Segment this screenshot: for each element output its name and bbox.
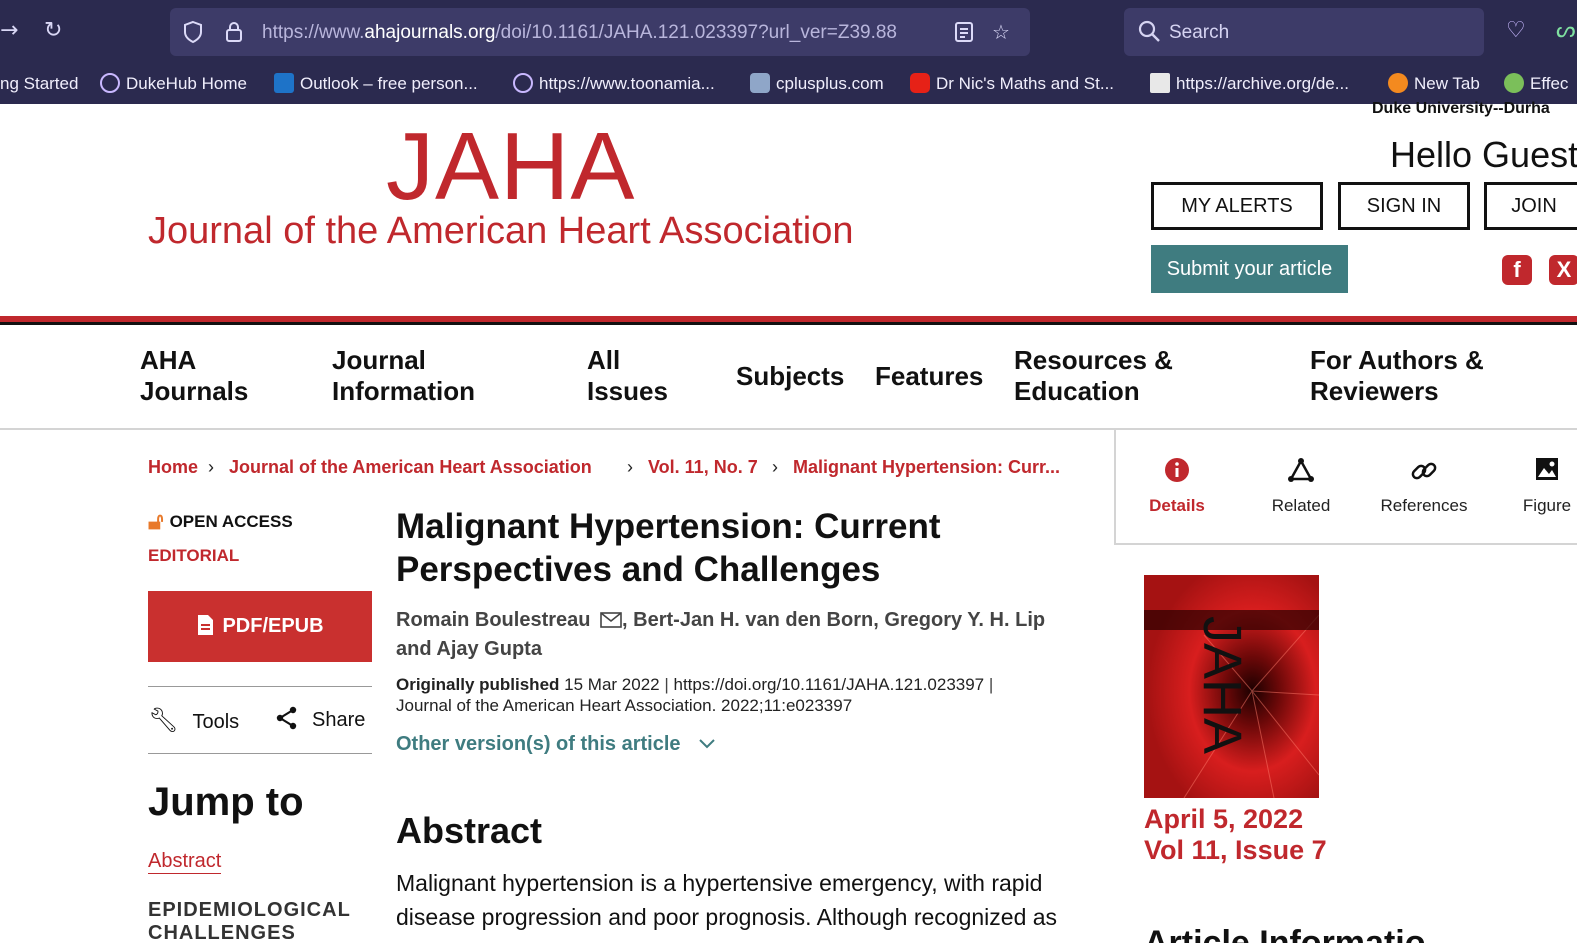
bookmarks-bar: ng Started DukeHub Home Outlook – free p… xyxy=(0,64,1577,104)
url-bar[interactable]: https://www.ahajournals.org/doi/10.1161/… xyxy=(170,8,1030,56)
image-icon xyxy=(1532,456,1562,488)
other-versions-toggle[interactable]: Other version(s) of this article xyxy=(396,731,716,757)
breadcrumb-journal[interactable]: Journal of the American Heart Associatio… xyxy=(229,455,592,479)
divider xyxy=(148,753,372,754)
journal-cover-image[interactable]: JAHA xyxy=(1144,575,1319,798)
nav-aha-journals[interactable]: AHA Journals xyxy=(140,345,248,407)
tab-figures[interactable]: Figure xyxy=(1492,456,1577,516)
cplusplus-icon xyxy=(750,73,770,93)
open-access-label: 🔓︎ OPEN ACCESS xyxy=(148,508,293,535)
tab-references[interactable]: References xyxy=(1369,456,1479,516)
outlook-icon xyxy=(274,73,294,93)
network-icon xyxy=(1286,456,1316,488)
shield-icon[interactable] xyxy=(182,20,204,44)
chevron-right-icon: › xyxy=(772,457,778,477)
bookmark-outlook[interactable]: Outlook – free person... xyxy=(274,72,478,96)
jump-abstract-link[interactable]: Abstract xyxy=(148,849,222,874)
url-text[interactable]: https://www.ahajournals.org/doi/10.1161/… xyxy=(262,21,932,45)
jaha-logo[interactable]: JAHA xyxy=(386,112,635,222)
tab-related[interactable]: Related xyxy=(1246,456,1356,516)
archive-icon xyxy=(1150,73,1170,93)
svg-text:JAHA: JAHA xyxy=(1192,616,1252,754)
sign-in-button[interactable]: SIGN IN xyxy=(1338,182,1470,230)
pocket-icon[interactable]: ♡ xyxy=(1506,18,1526,44)
cover-issue-info[interactable]: April 5, 2022 Vol 11, Issue 7 xyxy=(1144,804,1327,866)
my-alerts-button[interactable]: MY ALERTS xyxy=(1151,182,1323,230)
breadcrumb-volume[interactable]: Vol. 11, No. 7 xyxy=(648,455,758,479)
bookmark-dr-nics[interactable]: Dr Nic's Maths and St... xyxy=(910,72,1114,96)
document-icon xyxy=(198,615,214,635)
star-bookmark-icon[interactable]: ☆ xyxy=(992,20,1010,44)
email-icon[interactable] xyxy=(600,612,622,628)
nav-subjects[interactable]: Subjects xyxy=(736,361,844,392)
bookmark-dukehub[interactable]: DukeHub Home xyxy=(100,72,247,96)
doi-link[interactable]: https://doi.org/10.1161/JAHA.121.023397 xyxy=(674,675,985,694)
article-information-heading: Article Informatio xyxy=(1144,924,1426,943)
globe-icon xyxy=(100,73,120,93)
nav-all-issues[interactable]: All Issues xyxy=(587,345,668,407)
nav-for-authors-reviewers[interactable]: For Authors & Reviewers xyxy=(1310,345,1484,407)
chevron-down-icon xyxy=(699,739,715,749)
chevron-right-icon: › xyxy=(627,457,633,477)
info-icon xyxy=(1162,456,1192,488)
link-icon xyxy=(1409,456,1439,488)
publication-info: Originally published 15 Mar 2022 | https… xyxy=(396,675,994,715)
wrench-icon: 🔧︎ xyxy=(148,706,179,734)
reader-view-icon[interactable] xyxy=(954,20,974,44)
browser-toolbar: → ↻ https://www.ahajournals.org/doi/10.1… xyxy=(0,0,1577,64)
header-divider-black xyxy=(0,322,1577,325)
nav-journal-information[interactable]: Journal Information xyxy=(332,345,475,407)
share-button[interactable]: Share xyxy=(276,706,365,734)
reload-icon[interactable]: ↻ xyxy=(44,16,62,46)
tools-button[interactable]: 🔧︎ Tools xyxy=(148,706,239,736)
youtube-icon xyxy=(910,73,930,93)
forward-icon[interactable]: → xyxy=(0,16,18,46)
extension-icon[interactable]: ᔕ xyxy=(1556,18,1576,44)
share-icon xyxy=(276,706,297,730)
institution-name: Duke University--Durha xyxy=(1372,100,1550,117)
article-title: Malignant Hypertension: Current Perspect… xyxy=(396,507,941,589)
search-placeholder: Search xyxy=(1169,22,1230,43)
breadcrumb-home[interactable]: Home xyxy=(148,455,198,479)
extension-icon xyxy=(1504,73,1524,93)
article-side-panel: Details Related References Figure xyxy=(1114,430,1577,545)
bookmark-archive[interactable]: https://archive.org/de... xyxy=(1150,72,1349,96)
pdf-epub-button[interactable]: PDF/EPUB xyxy=(148,591,372,662)
author-link[interactable]: Romain Boulestreau xyxy=(396,609,590,631)
submit-article-button[interactable]: Submit your article xyxy=(1151,245,1348,293)
search-bar[interactable]: Search xyxy=(1124,8,1484,56)
jump-epidemiological-link[interactable]: EPIDEMIOLOGICAL CHALLENGES xyxy=(148,899,378,943)
bookmark-getting-started[interactable]: ng Started xyxy=(0,72,78,96)
breadcrumb-article: Malignant Hypertension: Curr... xyxy=(793,457,1061,477)
x-twitter-icon[interactable]: X xyxy=(1549,255,1577,285)
open-lock-icon: 🔓︎ xyxy=(148,508,164,535)
bookmark-cplusplus[interactable]: cplusplus.com xyxy=(750,72,884,96)
facebook-icon[interactable]: f xyxy=(1502,255,1532,285)
article-type: EDITORIAL xyxy=(148,546,240,565)
journal-name[interactable]: Journal of the American Heart Associatio… xyxy=(148,208,854,254)
lock-icon[interactable] xyxy=(224,20,244,44)
abstract-heading: Abstract xyxy=(396,810,543,851)
globe-icon xyxy=(513,73,533,93)
nav-features[interactable]: Features xyxy=(875,361,983,392)
greeting: Hello Guest xyxy=(1390,134,1577,175)
join-button[interactable]: JOIN xyxy=(1484,182,1577,230)
tab-details[interactable]: Details xyxy=(1122,456,1232,516)
bookmark-toonamia[interactable]: https://www.toonamia... xyxy=(513,72,715,96)
bookmark-new-tab[interactable]: New Tab xyxy=(1388,72,1480,96)
divider xyxy=(148,686,372,687)
firefox-icon xyxy=(1388,73,1408,93)
abstract-text: Malignant hypertension is a hypertensive… xyxy=(396,870,1058,930)
chevron-right-icon: › xyxy=(208,457,214,477)
nav-resources-education[interactable]: Resources & Education xyxy=(1014,345,1173,407)
jump-to-heading: Jump to xyxy=(148,780,304,824)
search-icon xyxy=(1138,20,1160,42)
author-list: Romain Boulestreau , Bert-Jan H. van den… xyxy=(396,606,1086,664)
bookmark-effec[interactable]: Effec xyxy=(1504,72,1568,96)
